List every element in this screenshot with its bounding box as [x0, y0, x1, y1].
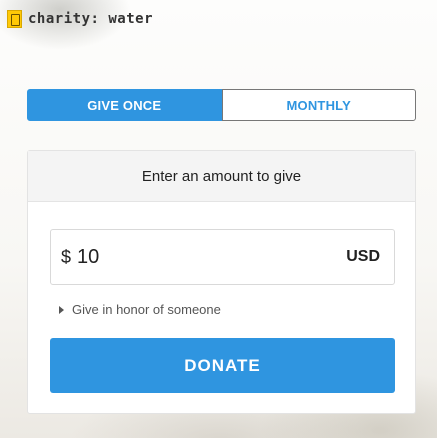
donation-card: Enter an amount to give $ 10 USD Give in…	[27, 150, 416, 414]
honor-link-label: Give in honor of someone	[72, 302, 221, 317]
jerrycan-logo-icon	[7, 10, 22, 28]
monthly-tab[interactable]: MONTHLY	[221, 89, 416, 121]
honor-link[interactable]: Give in honor of someone	[59, 302, 221, 317]
brand[interactable]: charity: water	[7, 8, 153, 30]
chevron-right-icon	[59, 305, 64, 314]
frequency-toggle: GIVE ONCE MONTHLY	[27, 89, 416, 121]
brand-name: charity: water	[28, 11, 154, 27]
amount-value[interactable]: 10	[77, 246, 346, 269]
give-once-tab[interactable]: GIVE ONCE	[27, 89, 222, 121]
currency-code[interactable]: USD	[346, 248, 380, 266]
donate-button[interactable]: DONATE	[50, 338, 395, 393]
amount-input[interactable]: $ 10 USD	[50, 229, 395, 285]
currency-symbol: $	[61, 246, 72, 267]
amount-heading: Enter an amount to give	[28, 151, 415, 202]
